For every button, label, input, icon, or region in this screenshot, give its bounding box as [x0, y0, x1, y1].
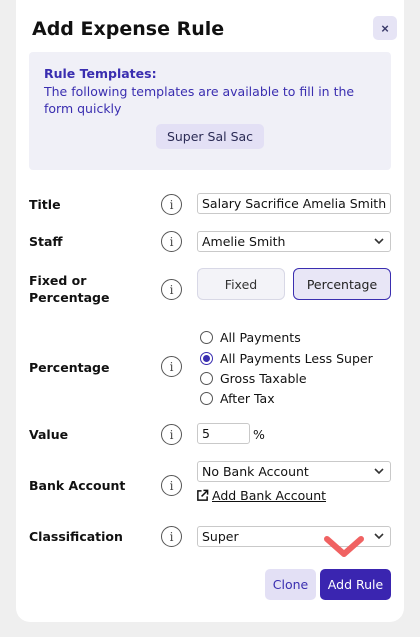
clone-button[interactable]: Clone	[265, 569, 316, 600]
chevron-down-icon	[374, 238, 384, 245]
rule-templates-panel: Rule Templates: The following templates …	[29, 52, 391, 170]
radio-button[interactable]	[200, 372, 213, 385]
radio-label: Gross Taxable	[220, 371, 307, 386]
radio-button[interactable]	[200, 331, 213, 344]
info-icon[interactable]: i	[161, 194, 182, 215]
info-icon[interactable]: i	[161, 279, 182, 300]
radio-gross-taxable[interactable]: Gross Taxable	[200, 371, 307, 386]
templates-description: The following templates are available to…	[44, 84, 355, 116]
external-link-icon	[197, 489, 209, 501]
radio-after-tax[interactable]: After Tax	[200, 391, 275, 406]
template-button-super-sal-sac[interactable]: Super Sal Sac	[156, 124, 264, 149]
radio-button[interactable]	[200, 352, 213, 365]
info-icon[interactable]: i	[161, 231, 182, 252]
info-icon[interactable]: i	[161, 475, 182, 496]
title-label: Title	[29, 197, 61, 212]
info-icon[interactable]: i	[161, 526, 182, 547]
chevron-down-icon	[374, 468, 384, 475]
chevron-marker-icon	[324, 536, 364, 557]
info-icon[interactable]: i	[161, 424, 182, 445]
radio-all-payments[interactable]: All Payments	[200, 330, 301, 345]
close-icon[interactable]: ×	[373, 16, 397, 40]
radio-label: After Tax	[220, 391, 275, 406]
percent-unit: %	[253, 427, 265, 442]
title-input[interactable]	[197, 193, 391, 214]
info-icon[interactable]: i	[161, 356, 182, 377]
templates-heading: Rule Templates:	[44, 66, 157, 81]
chevron-down-icon	[374, 533, 384, 540]
bank-account-label: Bank Account	[29, 478, 126, 493]
fixed-or-percentage-label: Fixed or Percentage	[29, 273, 110, 305]
add-bank-account-label: Add Bank Account	[212, 488, 327, 503]
classification-select-value: Super	[202, 529, 239, 544]
radio-label: All Payments Less Super	[220, 351, 373, 366]
modal-title: Add Expense Rule	[32, 18, 225, 40]
bank-account-select[interactable]: No Bank Account	[197, 461, 391, 482]
fixed-option-button[interactable]: Fixed	[197, 268, 285, 300]
radio-label: All Payments	[220, 330, 301, 345]
value-input[interactable]	[197, 423, 250, 444]
expense-rule-modal: Add Expense Rule × Rule Templates: The f…	[16, 0, 404, 622]
percentage-option-button[interactable]: Percentage	[293, 268, 391, 300]
value-label: Value	[29, 427, 69, 442]
staff-select[interactable]: Amelie Smith	[197, 231, 391, 252]
staff-select-value: Amelie Smith	[202, 234, 286, 249]
radio-button[interactable]	[200, 392, 213, 405]
bank-account-select-value: No Bank Account	[202, 464, 309, 479]
percentage-label: Percentage	[29, 360, 110, 375]
staff-label: Staff	[29, 234, 63, 249]
classification-label: Classification	[29, 529, 123, 544]
add-rule-button[interactable]: Add Rule	[320, 569, 391, 600]
radio-all-payments-less-super[interactable]: All Payments Less Super	[200, 351, 373, 366]
add-bank-account-link[interactable]: Add Bank Account	[196, 488, 326, 503]
